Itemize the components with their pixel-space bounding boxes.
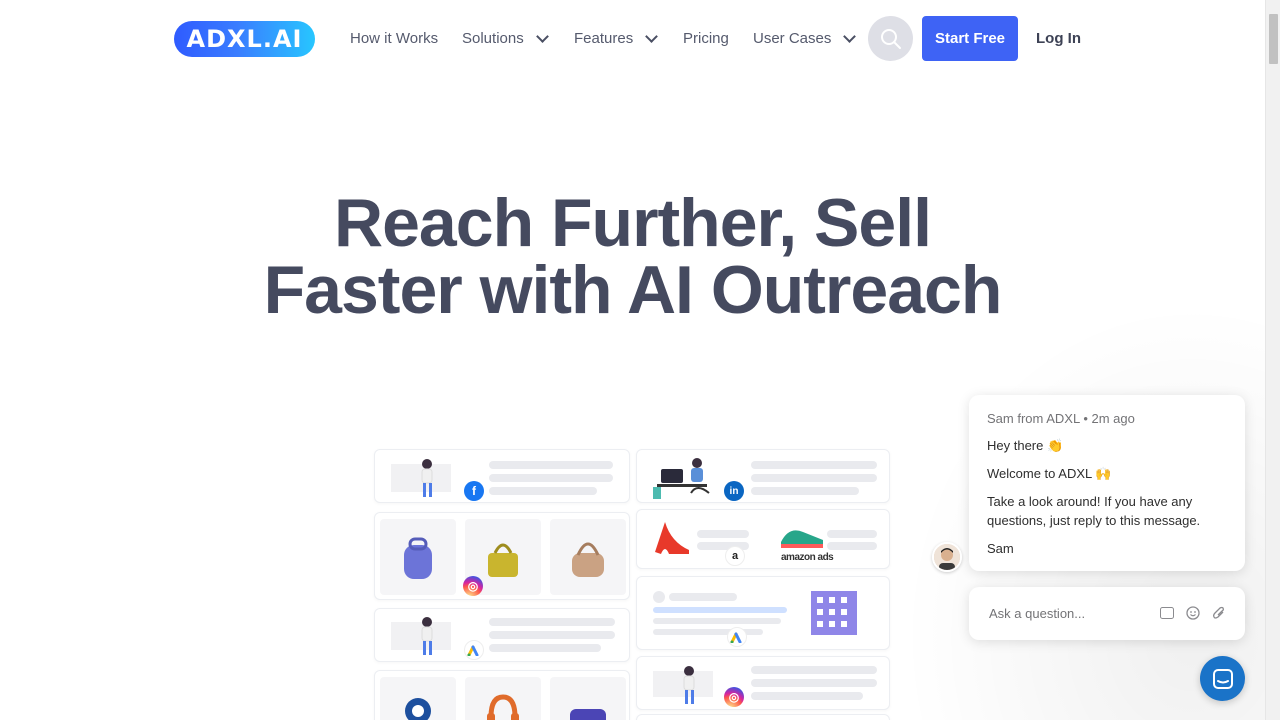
ad-card-partial — [636, 714, 890, 720]
nav-user-cases[interactable]: User Cases — [753, 29, 857, 47]
placeholder-line — [653, 618, 781, 624]
nav-user-cases-label: User Cases — [753, 30, 832, 47]
placeholder-line — [489, 461, 613, 469]
product-tile — [550, 677, 626, 720]
search-button[interactable] — [868, 16, 913, 61]
chat-input[interactable]: Ask a question... — [969, 587, 1245, 640]
placeholder-line — [489, 644, 601, 652]
ad-card-google-ads — [374, 608, 630, 662]
chat-message-bubble[interactable]: Sam from ADXL • 2m ago Hey there 👏 Welco… — [969, 395, 1245, 571]
agent-avatar — [932, 542, 962, 572]
start-free-button[interactable]: Start Free — [922, 16, 1018, 61]
placeholder-line — [751, 666, 877, 674]
product-tile — [550, 519, 626, 595]
nav-features-label: Features — [574, 30, 634, 47]
logo-text: ADXL.AI — [186, 25, 303, 53]
placeholder-line — [827, 542, 877, 550]
placeholder-line — [669, 593, 737, 601]
placeholder-line — [489, 487, 597, 495]
login-link[interactable]: Log In — [1036, 30, 1081, 47]
person-photo-icon — [934, 544, 960, 570]
backpack-icon — [404, 537, 432, 579]
high-heel-icon — [655, 522, 689, 554]
person-illustration — [391, 459, 451, 497]
placeholder-line — [751, 474, 877, 482]
gif-icon[interactable] — [1159, 605, 1175, 621]
chat-greeting: Hey there 👏 — [987, 438, 1064, 453]
placeholder-line — [827, 530, 877, 538]
chat-message: Take a look around! If you have any ques… — [987, 494, 1201, 528]
chat-input-placeholder: Ask a question... — [989, 606, 1086, 621]
site-header: ADXL.AI How it Works Solutions Features … — [0, 0, 1265, 78]
chat-signature: Sam — [987, 541, 1014, 556]
person-illustration — [391, 617, 451, 655]
chat-icon — [1212, 668, 1233, 689]
chevron-down-icon — [645, 29, 659, 43]
attachment-icon[interactable] — [1211, 605, 1227, 621]
product-tile — [380, 677, 456, 720]
facebook-icon: f — [464, 481, 484, 501]
chat-meta: Sam from ADXL • 2m ago — [987, 411, 1135, 426]
hero-title-line1: Reach Further, Sell — [334, 185, 932, 261]
instagram-icon: ◎ — [463, 576, 483, 596]
scrollbar-thumb[interactable] — [1269, 14, 1278, 64]
placeholder-line — [697, 530, 749, 538]
ad-card-linkedin: in — [636, 449, 890, 503]
nav-pricing-label: Pricing — [683, 30, 729, 47]
nav-how-it-works[interactable]: How it Works — [350, 30, 438, 47]
emoji-icon[interactable] — [1185, 605, 1201, 621]
placeholder-line — [489, 474, 613, 482]
placeholder-line — [653, 607, 787, 613]
watch-icon — [405, 698, 431, 720]
placeholder-line — [751, 679, 877, 687]
ad-card-instagram-person: ◎ — [636, 656, 890, 710]
nav-solutions-label: Solutions — [462, 30, 524, 47]
page: ADXL.AI How it Works Solutions Features … — [0, 0, 1280, 720]
desk-worker-illustration — [653, 458, 710, 499]
product-tile — [380, 519, 456, 595]
ad-card-instagram-bags: ◎ — [374, 512, 630, 600]
placeholder-line — [489, 631, 615, 639]
ad-card-gadgets — [374, 670, 630, 720]
hero-title-line2: Faster with AI Outreach — [263, 252, 1003, 328]
chevron-down-icon — [843, 29, 857, 43]
chat-launcher-button[interactable] — [1200, 656, 1245, 701]
linkedin-icon: in — [724, 481, 744, 501]
ad-card-google-search — [636, 576, 890, 650]
amazon-icon: a — [725, 546, 745, 566]
placeholder-line — [751, 461, 877, 469]
chat-tools — [1159, 605, 1227, 621]
ad-card-facebook: f — [374, 449, 630, 503]
vr-headset-icon — [570, 709, 606, 720]
placeholder-line — [489, 618, 615, 626]
sneaker-icon — [781, 530, 823, 548]
placeholder-dot — [653, 591, 665, 603]
google-ads-icon — [464, 640, 484, 660]
nav-how-it-works-label: How it Works — [350, 30, 439, 47]
nav-features[interactable]: Features — [574, 29, 659, 47]
nav-pricing[interactable]: Pricing — [683, 30, 729, 47]
logo[interactable]: ADXL.AI — [174, 21, 315, 57]
chat-welcome: Welcome to ADXL 🙌 — [987, 466, 1112, 481]
person-illustration — [653, 666, 713, 704]
page-scrollbar[interactable] — [1265, 0, 1280, 720]
placeholder-line — [751, 487, 859, 495]
placeholder-line — [751, 692, 863, 700]
nav-solutions[interactable]: Solutions — [462, 29, 549, 47]
search-icon — [880, 28, 901, 49]
building-icon — [811, 591, 857, 635]
product-tile — [465, 677, 541, 720]
instagram-icon: ◎ — [724, 687, 744, 707]
headphones-icon — [487, 694, 519, 720]
chevron-down-icon — [535, 29, 549, 43]
amazon-ads-label: amazon ads — [781, 552, 834, 563]
purse-icon — [572, 542, 604, 577]
google-ads-icon — [727, 627, 747, 647]
ad-card-amazon: a amazon ads — [636, 509, 890, 569]
